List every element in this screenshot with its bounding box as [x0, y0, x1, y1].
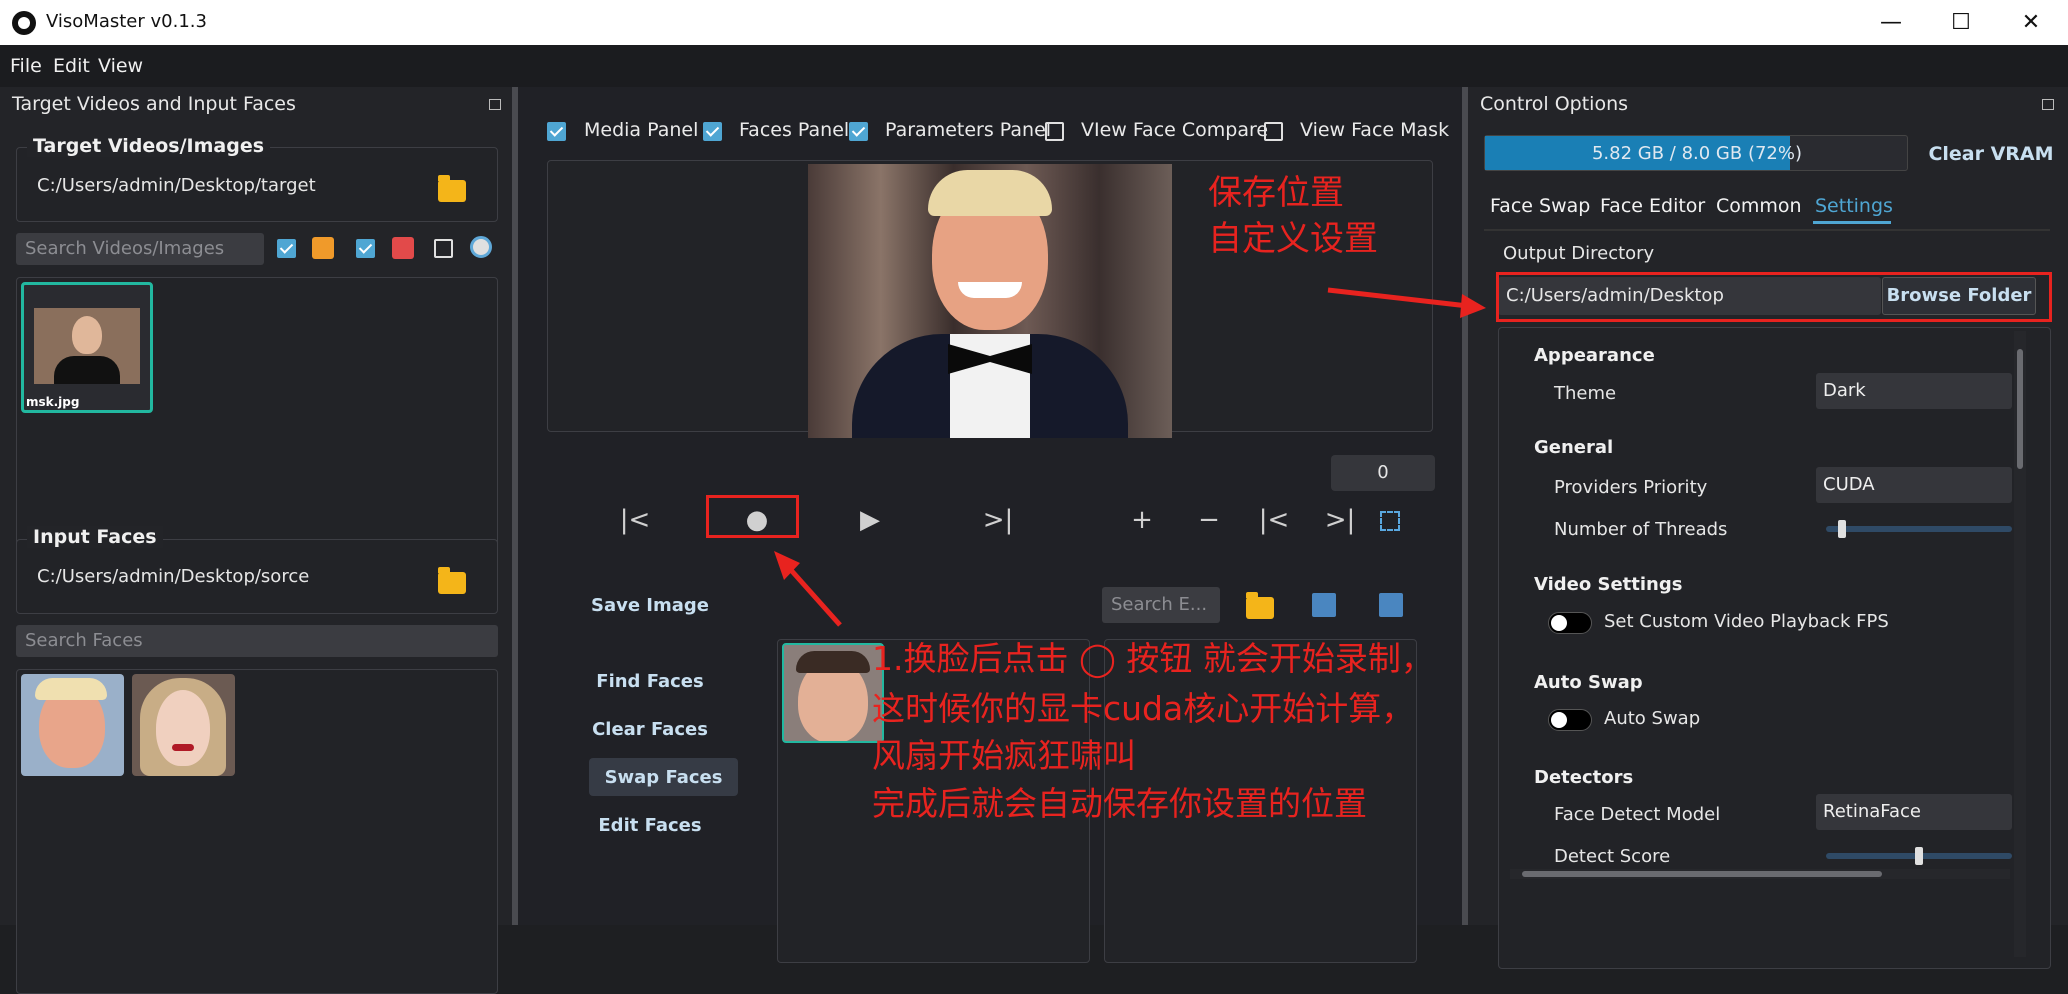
save-location-note: 保存位置	[1208, 173, 1344, 213]
record-note-line-3: 风扇开始疯狂啸叫	[872, 736, 1136, 775]
record-note-line-2: 这时候你的显卡cuda核心开始计算，	[872, 689, 1415, 728]
record-note-line-1: 1.换脸后点击 ◯ 按钮 就会开始录制，	[872, 639, 1434, 678]
app-window: VisoMaster v0.1.3 — ☐ ✕ File Edit View T…	[0, 0, 2068, 994]
custom-setting-note: 自定义设置	[1208, 219, 1378, 259]
record-note-line-4: 完成后就会自动保存你设置的位置	[872, 784, 1367, 823]
